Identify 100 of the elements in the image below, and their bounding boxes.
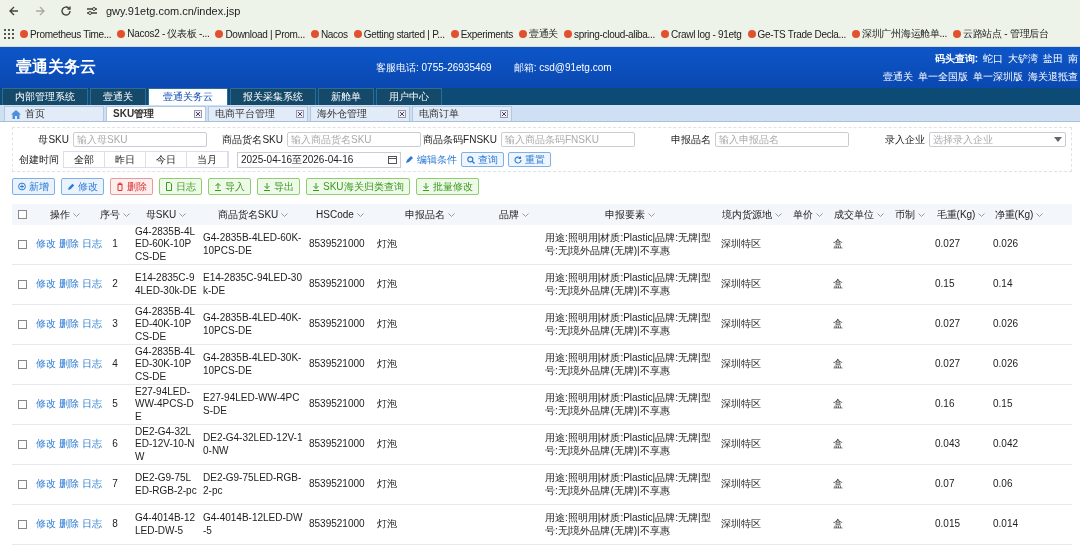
caret-icon[interactable] bbox=[522, 212, 529, 217]
bookmark[interactable]: Getting started | P... bbox=[353, 28, 445, 40]
header-link[interactable]: 单一深圳版 bbox=[973, 69, 1023, 84]
nav-tab[interactable]: 壹通关务云 bbox=[148, 88, 228, 105]
forward-icon[interactable] bbox=[34, 5, 46, 17]
page-tab[interactable]: 电商订单 bbox=[412, 106, 512, 121]
row-action-link[interactable]: 删除 bbox=[59, 318, 79, 331]
row-action-link[interactable]: 修改 bbox=[36, 238, 56, 251]
site-settings-icon[interactable] bbox=[86, 6, 98, 16]
row-checkbox[interactable] bbox=[17, 440, 27, 449]
bookmark[interactable]: Crawl log - 91etg bbox=[661, 28, 742, 40]
row-action-link[interactable]: 日志 bbox=[82, 278, 102, 291]
page-tab[interactable]: 电商平台管理 bbox=[208, 106, 308, 121]
page-tab[interactable]: 海外仓管理 bbox=[310, 106, 410, 121]
range-button[interactable]: 今日 bbox=[146, 152, 187, 167]
toolbar-button[interactable]: 删除 bbox=[110, 178, 153, 195]
row-action-link[interactable]: 修改 bbox=[36, 398, 56, 411]
range-button[interactable]: 当月 bbox=[187, 152, 228, 167]
header-link[interactable]: 单一全国版 bbox=[918, 69, 968, 84]
toolbar-button[interactable]: 修改 bbox=[61, 178, 104, 195]
port-link[interactable]: 南 bbox=[1068, 51, 1078, 66]
reload-icon[interactable] bbox=[60, 5, 72, 17]
toolbar-button[interactable]: 批量修改 bbox=[415, 178, 479, 195]
port-link[interactable]: 蛇口 bbox=[983, 51, 1003, 66]
caret-icon[interactable] bbox=[281, 212, 289, 217]
bookmark[interactable]: Experiments bbox=[450, 28, 513, 40]
caret-icon[interactable] bbox=[918, 212, 925, 217]
bookmark[interactable]: Ge-TS Trade Decla... bbox=[747, 28, 846, 40]
caret-icon[interactable] bbox=[123, 212, 130, 217]
page-tab[interactable]: SKU管理 bbox=[106, 106, 206, 121]
header-link[interactable]: 海关退抵查 bbox=[1028, 69, 1078, 84]
caret-icon[interactable] bbox=[1036, 212, 1044, 217]
toolbar-button[interactable]: 导入 bbox=[208, 178, 251, 195]
row-checkbox[interactable] bbox=[17, 280, 27, 289]
caret-icon[interactable] bbox=[356, 212, 364, 217]
caret-icon[interactable] bbox=[978, 212, 986, 217]
row-action-link[interactable]: 修改 bbox=[36, 358, 56, 371]
bookmark[interactable]: Nacos bbox=[310, 28, 348, 40]
select-all-checkbox[interactable] bbox=[17, 210, 27, 219]
filter-input[interactable]: 输入母SKU bbox=[73, 132, 207, 147]
row-action-link[interactable]: 日志 bbox=[82, 518, 102, 531]
row-checkbox[interactable] bbox=[17, 240, 27, 249]
range-button[interactable]: 全部 bbox=[64, 152, 105, 167]
row-action-link[interactable]: 修改 bbox=[36, 318, 56, 331]
row-checkbox[interactable] bbox=[17, 320, 27, 329]
caret-icon[interactable] bbox=[816, 212, 823, 217]
reset-button[interactable]: 重置 bbox=[508, 152, 551, 167]
row-checkbox[interactable] bbox=[17, 360, 27, 369]
caret-icon[interactable] bbox=[179, 212, 187, 217]
toolbar-button[interactable]: 导出 bbox=[257, 178, 300, 195]
toolbar-button[interactable]: 日志 bbox=[159, 178, 202, 195]
caret-icon[interactable] bbox=[648, 212, 655, 217]
bookmark[interactable]: spring-cloud-aliba... bbox=[564, 28, 655, 40]
row-action-link[interactable]: 删除 bbox=[59, 278, 79, 291]
row-action-link[interactable]: 日志 bbox=[82, 478, 102, 491]
bookmark[interactable]: Download | Prom... bbox=[215, 28, 305, 40]
nav-tab[interactable]: 报关采集系统 bbox=[230, 88, 316, 105]
toolbar-button[interactable]: 新增 bbox=[12, 178, 55, 195]
search-button[interactable]: 查询 bbox=[461, 152, 504, 167]
close-icon[interactable] bbox=[296, 110, 304, 118]
filter-input[interactable]: 输入申报品名 bbox=[715, 132, 849, 147]
caret-icon[interactable] bbox=[448, 212, 455, 217]
row-action-link[interactable]: 删除 bbox=[59, 358, 79, 371]
filter-input[interactable]: 输入商品条码FNSKU bbox=[501, 132, 635, 147]
row-action-link[interactable]: 修改 bbox=[36, 278, 56, 291]
row-checkbox[interactable] bbox=[17, 520, 27, 529]
bookmark[interactable]: 云路站点 - 管理后台 bbox=[953, 27, 1049, 41]
bookmark[interactable]: Nacos2 - 仪表板 -... bbox=[117, 27, 210, 41]
edit-conditions-link[interactable]: 编辑条件 bbox=[405, 152, 457, 167]
port-link[interactable]: 盐田 bbox=[1043, 51, 1063, 66]
header-link[interactable]: 壹通关 bbox=[883, 69, 913, 84]
row-checkbox[interactable] bbox=[17, 400, 27, 409]
row-action-link[interactable]: 日志 bbox=[82, 358, 102, 371]
row-action-link[interactable]: 删除 bbox=[59, 478, 79, 491]
bookmark[interactable]: 壹通关 bbox=[518, 27, 559, 41]
toolbar-button[interactable]: SKU海关归类查询 bbox=[306, 178, 410, 195]
page-tab[interactable]: 首页 bbox=[4, 106, 104, 121]
row-action-link[interactable]: 修改 bbox=[36, 438, 56, 451]
row-checkbox[interactable] bbox=[17, 480, 27, 489]
nav-tab[interactable]: 用户中心 bbox=[376, 88, 442, 105]
row-action-link[interactable]: 删除 bbox=[59, 438, 79, 451]
caret-icon[interactable] bbox=[775, 212, 782, 217]
nav-tab[interactable]: 新舱单 bbox=[318, 88, 374, 105]
caret-icon[interactable] bbox=[73, 212, 80, 217]
nav-tab[interactable]: 内部管理系统 bbox=[2, 88, 88, 105]
row-action-link[interactable]: 修改 bbox=[36, 478, 56, 491]
row-action-link[interactable]: 日志 bbox=[82, 238, 102, 251]
filter-input[interactable]: 输入商品货名SKU bbox=[287, 132, 421, 147]
date-range-field[interactable]: 2025-04-16至2026-04-16 bbox=[237, 151, 401, 168]
row-action-link[interactable]: 日志 bbox=[82, 438, 102, 451]
nav-tab[interactable]: 壹通关 bbox=[90, 88, 146, 105]
close-icon[interactable] bbox=[398, 110, 406, 118]
row-action-link[interactable]: 删除 bbox=[59, 238, 79, 251]
row-action-link[interactable]: 删除 bbox=[59, 398, 79, 411]
row-action-link[interactable]: 日志 bbox=[82, 398, 102, 411]
close-icon[interactable] bbox=[500, 110, 508, 118]
back-icon[interactable] bbox=[8, 5, 20, 17]
row-action-link[interactable]: 日志 bbox=[82, 318, 102, 331]
apps-icon[interactable] bbox=[4, 29, 14, 39]
row-action-link[interactable]: 删除 bbox=[59, 518, 79, 531]
